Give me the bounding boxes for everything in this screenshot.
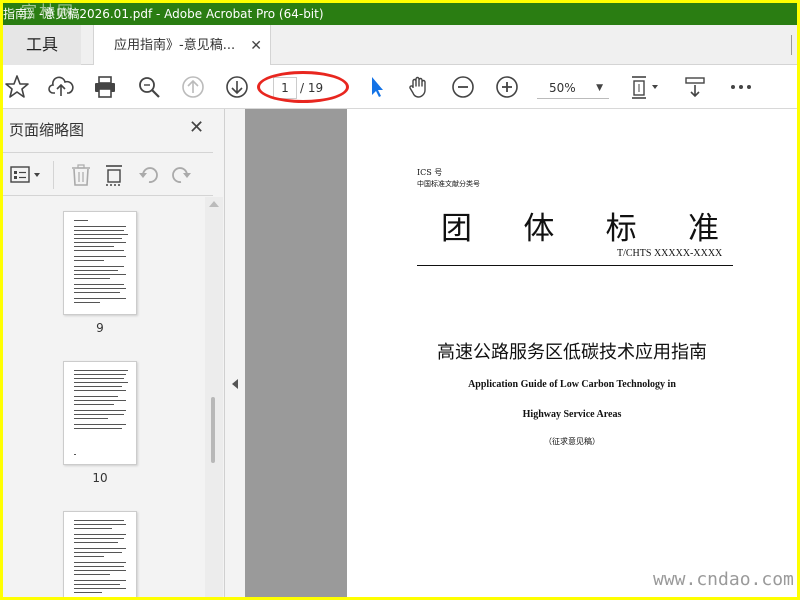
divider [53,161,54,189]
heading-char: 准 [687,211,719,247]
acrobat-window: 指南》-意见稿2026.01.pdf - Adobe Acrobat Pro (… [3,3,797,597]
tab-document[interactable]: 应用指南》-意见稿... ✕ [93,25,271,66]
tab-tools[interactable]: 工具 [3,25,81,65]
rotate-left-icon[interactable] [137,163,161,187]
collapse-left-icon[interactable] [232,379,238,389]
hand-icon[interactable] [405,73,433,101]
page-up-icon[interactable] [179,73,207,101]
standard-type-heading: 团 体 标 准 [417,203,739,248]
cloud-upload-icon[interactable] [47,73,75,101]
zoom-out-icon[interactable] [449,73,477,101]
pdf-page: ICS 号 中国标准文献分类号 团 体 标 准 T/CHTS XXXXX-XXX… [347,109,797,597]
heading-char: 标 [605,211,637,247]
tab-bar: 工具 应用指南》-意见稿... ✕ [3,25,797,66]
tab-overflow-indicator[interactable] [791,35,797,55]
chevron-down-icon: ▼ [596,83,603,93]
document-title-en-line2: Highway Service Areas [522,409,622,420]
rotate-right-icon[interactable] [169,163,193,187]
thumbnail-list: 9 10 [3,197,203,597]
zoom-in-icon[interactable] [493,73,521,101]
panel-title: 页面缩略图 [9,121,85,139]
thumbnail-toolbar [3,153,213,195]
thumbnail-label: 9 [96,321,104,335]
page-number-highlight [257,71,349,103]
zoom-select[interactable]: 50% ▼ [537,77,609,99]
options-menu-icon[interactable] [9,163,45,187]
page-thumbnail[interactable] [63,361,137,465]
delete-icon[interactable] [69,163,93,187]
zoom-value: 50% [549,81,576,95]
fit-page-icon[interactable] [627,73,663,101]
star-icon[interactable] [3,73,31,101]
thumbnail-label: 10 [92,471,108,485]
print-icon[interactable] [91,73,119,101]
document-view: ICS 号 中国标准文献分类号 团 体 标 准 T/CHTS XXXXX-XXX… [245,109,797,597]
heading-char: 团 [441,211,472,247]
more-tools-icon[interactable] [681,73,709,101]
standard-code: T/CHTS XXXXX-XXXX [617,248,723,259]
document-title-cn: 高速公路服务区低碳技术应用指南 [437,342,707,363]
page-down-icon[interactable] [223,73,251,101]
select-cursor-icon[interactable] [363,73,391,101]
site-logo-watermark: 官林网 [21,3,76,21]
panel-collapse-strip[interactable] [225,109,245,597]
tab-document-label: 应用指南》-意见稿... [114,38,236,53]
site-watermark: www.cndao.com [653,569,794,590]
page-thumbnails-panel: 页面缩略图 ✕ 9 10 [3,109,225,597]
page-thumbnail[interactable] [63,211,137,315]
close-panel-icon[interactable]: ✕ [189,117,204,138]
divider [3,195,213,196]
zoom-search-icon[interactable] [135,73,163,101]
insert-page-icon[interactable] [103,163,127,187]
close-tab-icon[interactable]: ✕ [250,25,262,67]
page-thumbnail[interactable] [63,511,137,597]
scrollbar-thumb[interactable] [211,397,215,463]
scroll-up-arrow-icon[interactable] [209,201,219,207]
thumbnail-scrollbar[interactable] [205,197,223,597]
document-title-en-line1: Application Guide of Low Carbon Technolo… [468,379,676,390]
heading-char: 体 [523,211,555,247]
title-rule [417,265,733,266]
title-bar: 指南》-意见稿2026.01.pdf - Adobe Acrobat Pro (… [3,3,797,25]
ics-number: ICS 号 [417,168,443,177]
more-icon[interactable] [727,73,755,101]
draft-status-note: （征求意见稿） [544,437,600,446]
classification-number: 中国标准文献分类号 [417,180,480,188]
toolbar: 1 / 19 50% ▼ [3,65,797,109]
